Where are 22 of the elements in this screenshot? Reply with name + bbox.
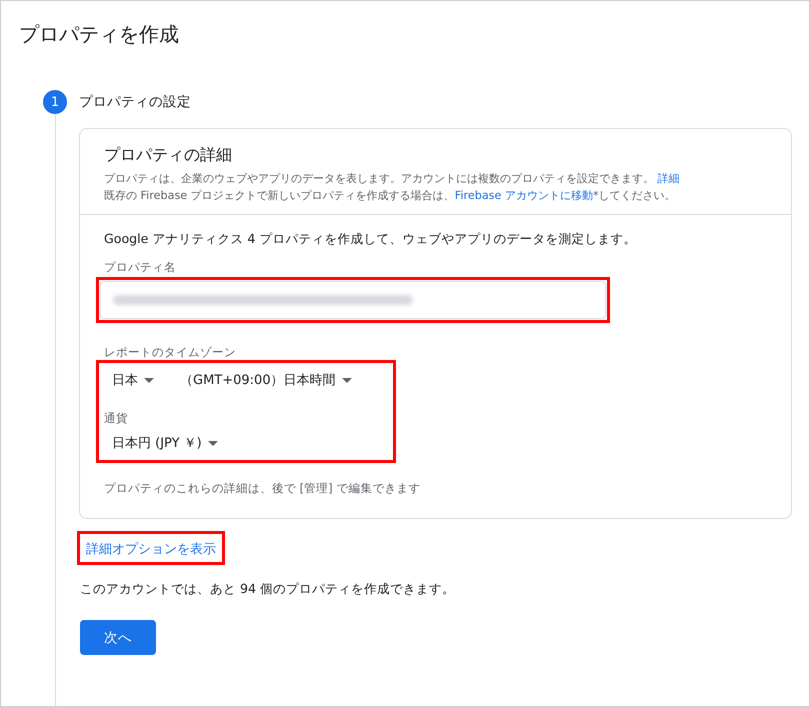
timezone-dropdown[interactable]: （GMT+09:00）日本時間 xyxy=(180,367,352,393)
currency-dropdown[interactable]: 日本円 (JPY ￥) xyxy=(112,430,218,456)
intro-text: Google アナリティクス 4 プロパティを作成して、ウェブやアプリのデータを測定します。 xyxy=(104,231,638,248)
caret-icon xyxy=(144,378,154,382)
quota-text: このアカウントでは、あと 94 個のプロパティを作成できます。 xyxy=(80,581,456,598)
field-label: プロパティ名 xyxy=(104,260,177,275)
link[interactable]: Firebase アカウントに移動 xyxy=(454,189,593,202)
field-label: レポートのタイムゾーン xyxy=(104,345,237,360)
note-text: プロパティのこれらの詳細は、後で [管理] で編集できます xyxy=(104,481,422,496)
caret-icon xyxy=(342,378,352,382)
country-dropdown[interactable]: 日本 xyxy=(112,367,154,393)
step-number: 1 xyxy=(43,90,67,114)
field-label: 通貨 xyxy=(104,411,129,426)
page-title: プロパティを作成 xyxy=(19,21,180,48)
description-text: 既存の Firebase プロジェクトで新しいプロパティを作成する場合は、Firebase アカウントに移動*してください。 xyxy=(104,188,677,204)
link[interactable]: 詳細 xyxy=(658,172,680,185)
caret-icon xyxy=(208,440,218,446)
next-button[interactable]: 次へ xyxy=(80,620,156,655)
step-label: プロパティの設定 xyxy=(79,93,191,111)
advanced-options-link[interactable]: 詳細オプションを表示 xyxy=(86,542,216,557)
description-text: プロパティは、企業のウェブやアプリのデータを表します。アカウントには複数のプロパティを設定できます。 詳細 xyxy=(104,171,681,187)
card-heading: プロパティの詳細 xyxy=(104,145,233,166)
